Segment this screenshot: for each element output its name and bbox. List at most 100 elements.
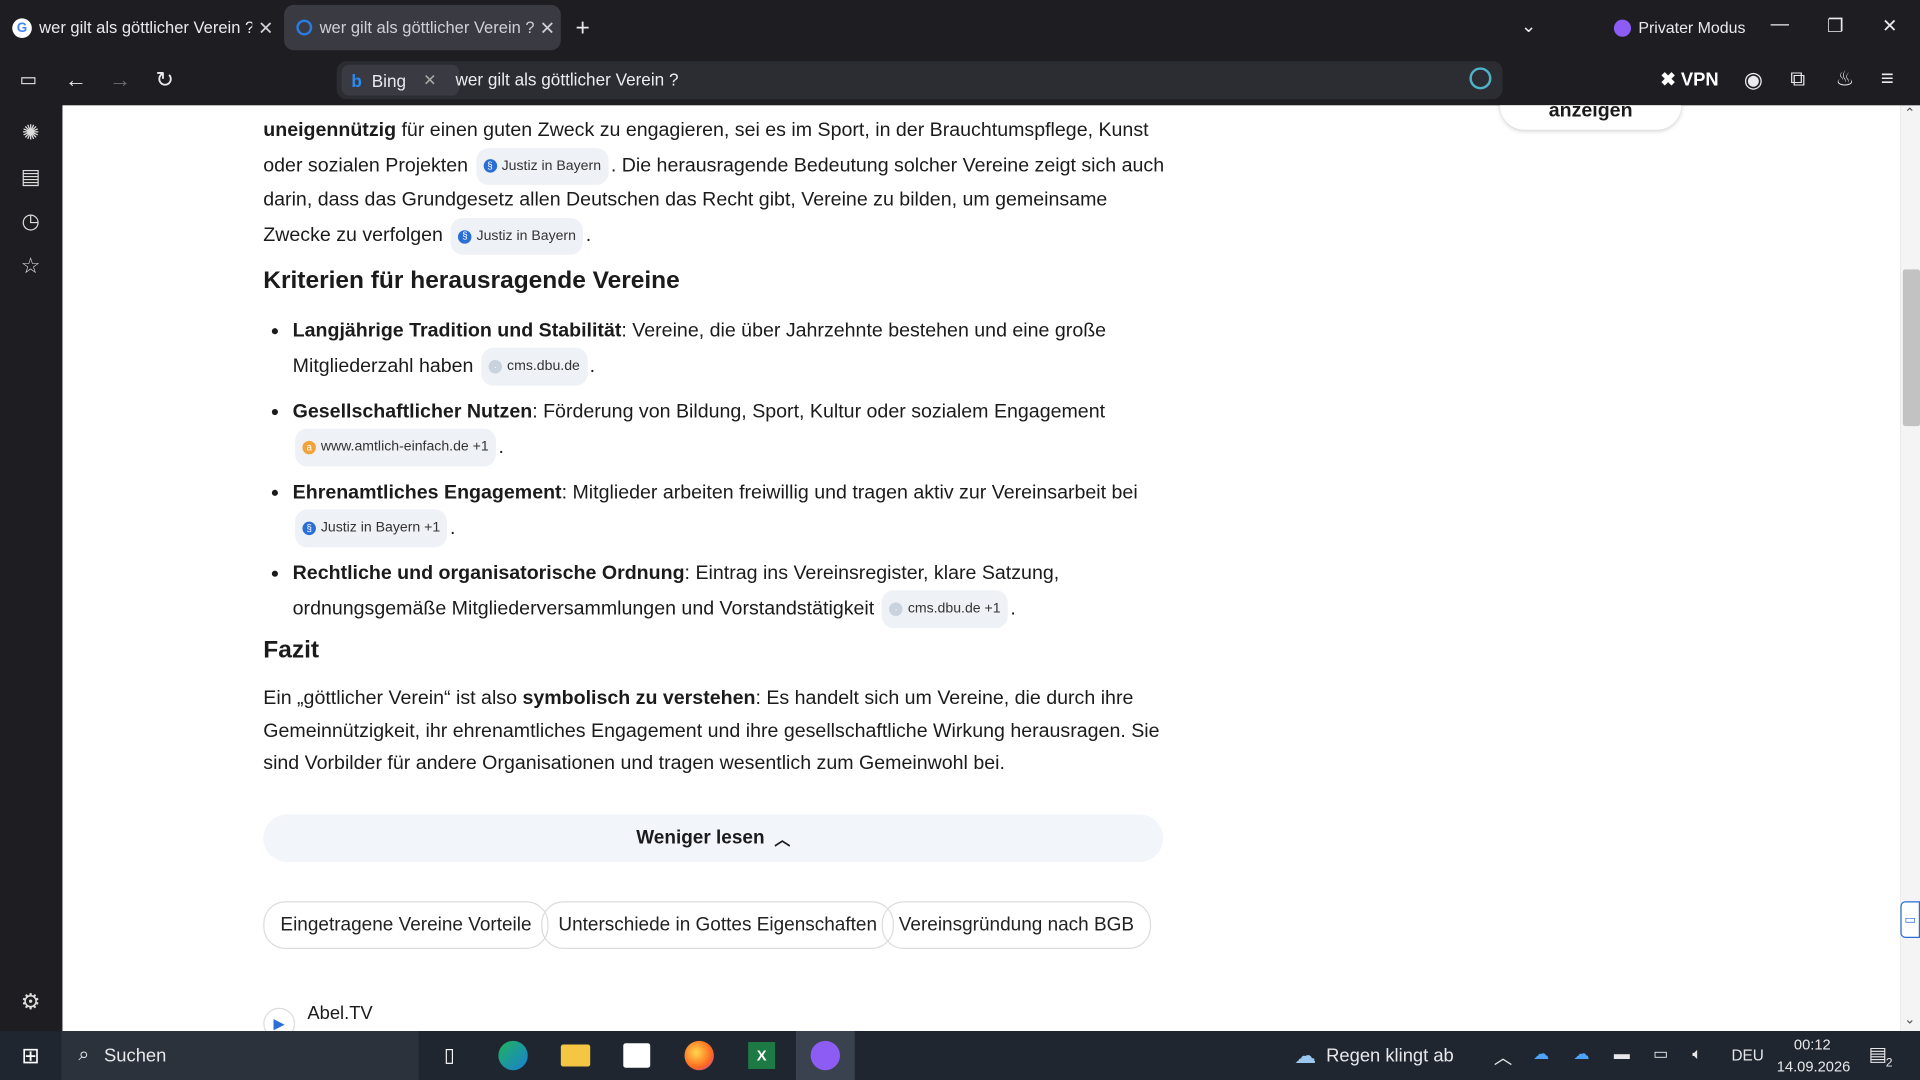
private-mode-icon (1613, 18, 1632, 37)
suggestion-label: Eingetragene Vereine Vorteile (280, 914, 532, 935)
store-icon[interactable] (616, 1038, 658, 1072)
settings-gear-icon[interactable]: ⚙ (17, 988, 44, 1015)
account-icon[interactable]: ◉ (1744, 67, 1763, 93)
abeltv-icon: ▶ (263, 1007, 296, 1032)
task-view-icon[interactable]: ▯ (429, 1038, 471, 1072)
citation-label: cms.dbu.de (507, 358, 580, 374)
criterion-text: : Förderung von Bildung, Sport, Kultur o… (532, 401, 1106, 423)
volume-icon[interactable]: 🔈︎ (1692, 1044, 1702, 1064)
suggestion-chip[interactable]: Vereinsgründung nach BGB (881, 901, 1152, 949)
globe-icon[interactable] (1469, 67, 1492, 90)
forward-icon[interactable]: → (109, 67, 131, 93)
tab-google[interactable]: G wer gilt als göttlicher Verein ? - ✕ (0, 5, 279, 50)
citation-label: Justiz in Bayern (476, 228, 576, 244)
history-icon[interactable]: ◷ (17, 208, 44, 235)
criteria-list: Langjährige Tradition und Stabilität: Ve… (263, 315, 1194, 638)
search-engine-chip[interactable]: b Bing ✕ (341, 64, 460, 96)
edge-icon[interactable] (492, 1038, 534, 1072)
close-tab-icon[interactable]: ✕ (534, 17, 561, 39)
google-icon: G (12, 17, 32, 38)
new-tab-icon[interactable]: + (576, 15, 590, 43)
show-button[interactable]: anzeigen (1500, 105, 1682, 130)
justiz-icon: § (458, 229, 472, 244)
read-less-label: Weniger lesen (636, 827, 765, 848)
read-less-button[interactable]: Weniger lesen ︿ (263, 814, 1164, 863)
minimize-icon[interactable]: — (1771, 13, 1789, 34)
notification-count: 2 (1885, 1056, 1893, 1071)
scroll-down-icon[interactable]: ⌄ (1904, 1011, 1915, 1028)
fazit-text-1: Ein „göttlicher Verein“ ist also (263, 688, 523, 709)
page-scrollbar[interactable]: ⌃ ▭ ⌄ (1900, 105, 1920, 1032)
citation-chip[interactable]: § Justiz in Bayern (475, 147, 609, 186)
address-bar[interactable]: b Bing ✕ wer gilt als göttlicher Verein … (336, 61, 1503, 100)
notifications-icon[interactable]: ▤ (1869, 1042, 1888, 1066)
window-close-icon[interactable]: ✕ (1882, 15, 1897, 37)
suggestion-label: Unterschiede in Gottes Eigenschaften (558, 914, 878, 935)
result-site-name: Abel.TV (307, 1002, 373, 1024)
tab-bing[interactable]: wer gilt als göttlicher Verein ? - ✕ (284, 4, 561, 51)
sidebar-toggle-icon[interactable]: ▭ (20, 69, 37, 91)
excel-icon[interactable]: X (741, 1038, 783, 1072)
chip-close-icon[interactable]: ✕ (423, 70, 436, 90)
intro-paragraph: uneigennützig für einen guten Zweck zu e… (263, 115, 1169, 256)
search-engine-label: Bing (371, 70, 407, 91)
taskbar-search-placeholder: Suchen (104, 1045, 167, 1066)
clock-time[interactable]: 00:12 (1794, 1036, 1831, 1053)
saved-pages-icon[interactable]: ▤ (17, 164, 44, 191)
clock-date[interactable]: 14.09.2026 (1777, 1058, 1851, 1075)
bookmarks-star-icon[interactable]: ☆ (17, 252, 44, 279)
citation-chip[interactable]: · cms.dbu.de +1 (882, 590, 1008, 629)
firefox-icon[interactable] (678, 1038, 720, 1072)
toolbar: ▭ ← → ↻ b Bing ✕ wer gilt als göttlicher… (0, 55, 1920, 106)
battery-icon[interactable]: ▬ (1614, 1044, 1630, 1062)
result-source[interactable]: ▶ Abel.TV (263, 1002, 373, 1032)
citation-label: Justiz in Bayern +1 (320, 520, 441, 536)
weather-widget[interactable]: ☁ Regen klingt ab (1294, 1043, 1453, 1069)
network-icon[interactable]: ▭ (1653, 1044, 1668, 1064)
fazit-bold: symbolisch zu verstehen (522, 688, 756, 709)
criteria-heading: Kriterien für herausragende Vereine (263, 266, 680, 294)
reload-icon[interactable]: ↻ (156, 67, 174, 93)
suggestion-chip[interactable]: Eingetragene Vereine Vorteile (263, 901, 549, 949)
flame-icon[interactable]: ♨ (1836, 67, 1855, 91)
criterion-title: Ehrenamtliches Engagement (292, 482, 562, 504)
chevron-down-icon[interactable]: ⌄ (1521, 15, 1536, 37)
citation-chip[interactable]: § Justiz in Bayern (450, 217, 584, 256)
suggestion-chip[interactable]: Unterschiede in Gottes Eigenschaften (541, 901, 895, 949)
fazit-heading: Fazit (263, 636, 320, 664)
scrollbar-thumb[interactable] (1902, 269, 1920, 427)
chevron-up-icon: ︿ (774, 830, 791, 849)
onedrive-business-icon[interactable]: ☁ (1573, 1044, 1589, 1064)
citation-label: cms.dbu.de +1 (907, 601, 1001, 616)
fazit-paragraph: Ein „göttlicher Verein“ ist also symboli… (263, 683, 1169, 781)
file-explorer-icon[interactable] (555, 1038, 597, 1072)
extensions-icon[interactable]: ⧉ (1790, 67, 1805, 91)
windows-start-icon[interactable]: ⊞ (10, 1038, 52, 1072)
back-icon[interactable]: ← (65, 67, 87, 93)
menu-icon[interactable]: ≡ (1881, 66, 1894, 92)
chatgpt-icon[interactable]: ✺ (17, 120, 44, 147)
search-icon: ⌕ (78, 1044, 90, 1066)
justiz-icon: § (302, 521, 316, 536)
restore-icon[interactable]: ❐ (1827, 15, 1843, 37)
windows-taskbar: ⊞ ⌕ Suchen ▯ X ☁ Regen klingt ab ︿ ☁ ☁ ▬… (0, 1031, 1920, 1080)
side-panel-tab-icon[interactable]: ▭ (1900, 901, 1920, 938)
private-browser-icon[interactable] (795, 1031, 855, 1080)
bing-search-icon (296, 19, 313, 36)
language-indicator[interactable]: DEU (1731, 1047, 1763, 1064)
citation-chip[interactable]: § Justiz in Bayern +1 (295, 509, 448, 548)
tab-bar: G wer gilt als göttlicher Verein ? - ✕ w… (0, 0, 1920, 56)
citation-chip[interactable]: a www.amtlich-einfach.de +1 (295, 428, 497, 467)
citation-label: Justiz in Bayern (501, 158, 602, 174)
chevron-up-icon[interactable]: ︿ (1494, 1044, 1512, 1070)
close-tab-icon[interactable]: ✕ (252, 17, 279, 39)
dbu-icon: · (488, 360, 503, 374)
scroll-up-icon[interactable]: ⌃ (1904, 105, 1915, 122)
list-item: Gesellschaftlicher Nutzen: Förderung von… (263, 396, 1194, 467)
onedrive-icon[interactable]: ☁ (1533, 1044, 1549, 1064)
citation-label: www.amtlich-einfach.de +1 (320, 439, 489, 455)
citation-chip[interactable]: · cms.dbu.de (481, 347, 588, 386)
taskbar-search-box[interactable]: ⌕ Suchen (61, 1031, 419, 1080)
vpn-button[interactable]: ✖ VPN (1660, 69, 1718, 91)
address-text: wer gilt als göttlicher Verein ? (455, 69, 679, 90)
